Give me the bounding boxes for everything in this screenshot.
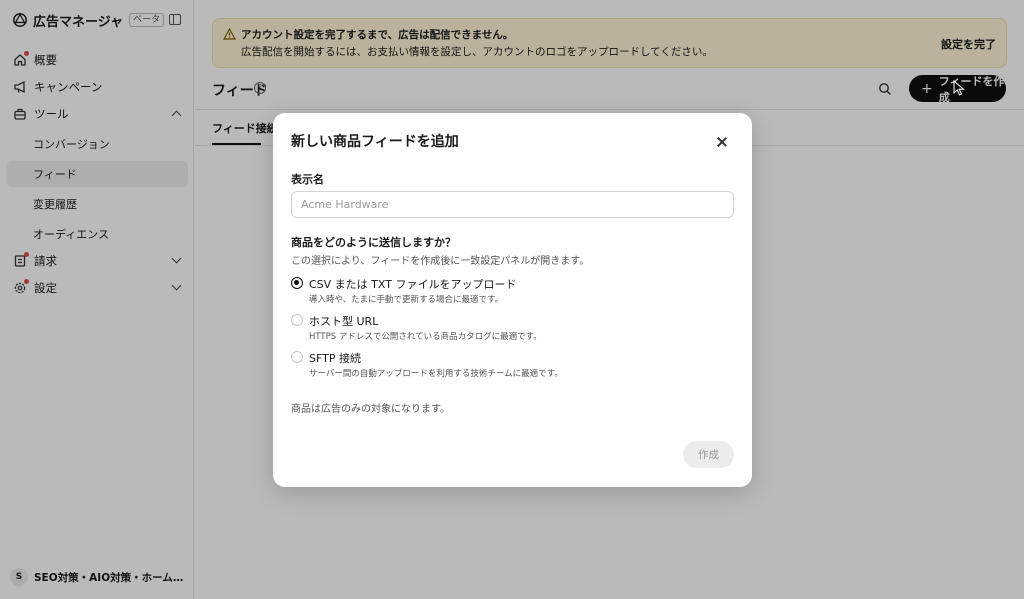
mouse-cursor-icon bbox=[953, 80, 965, 96]
option-label: SFTP 接続 bbox=[309, 352, 361, 365]
option-description: 導入時や、たまに手動で更新する場合に最適です。 bbox=[309, 295, 504, 305]
dialog-title: 新しい商品フィードを追加 bbox=[291, 134, 459, 150]
option-sftp[interactable]: SFTP 接続 サーバー間の自動アップロードを利用する技術チームに最適です。 bbox=[291, 350, 731, 382]
option-label: ホスト型 URL bbox=[309, 315, 379, 328]
radio-hosted-url[interactable] bbox=[291, 314, 303, 326]
create-button[interactable]: 作成 bbox=[683, 441, 734, 468]
option-description: HTTPS アドレスで公開されている商品カタログに最適です。 bbox=[309, 332, 542, 342]
radio-file-upload[interactable] bbox=[291, 277, 303, 289]
add-feed-dialog: 新しい商品フィードを追加 表示名 商品をどのように送信しますか？ この選択により… bbox=[273, 113, 752, 487]
delivery-method-help: この選択により、フィードを作成後に一致設定パネルが開きます。 bbox=[291, 256, 590, 267]
option-hosted-url[interactable]: ホスト型 URL HTTPS アドレスで公開されている商品カタログに最適です。 bbox=[291, 313, 731, 345]
radio-sftp[interactable] bbox=[291, 351, 303, 363]
display-name-label: 表示名 bbox=[291, 173, 324, 186]
products-note: 商品は広告のみの対象になります。 bbox=[291, 404, 450, 415]
option-file-upload[interactable]: CSV または TXT ファイルをアップロード 導入時や、たまに手動で更新する場… bbox=[291, 276, 731, 308]
delivery-method-label: 商品をどのように送信しますか？ bbox=[291, 236, 456, 249]
close-icon[interactable] bbox=[715, 135, 729, 149]
option-description: サーバー間の自動アップロードを利用する技術チームに最適です。 bbox=[309, 369, 563, 379]
option-label: CSV または TXT ファイルをアップロード bbox=[309, 278, 517, 291]
display-name-input[interactable] bbox=[291, 191, 734, 218]
